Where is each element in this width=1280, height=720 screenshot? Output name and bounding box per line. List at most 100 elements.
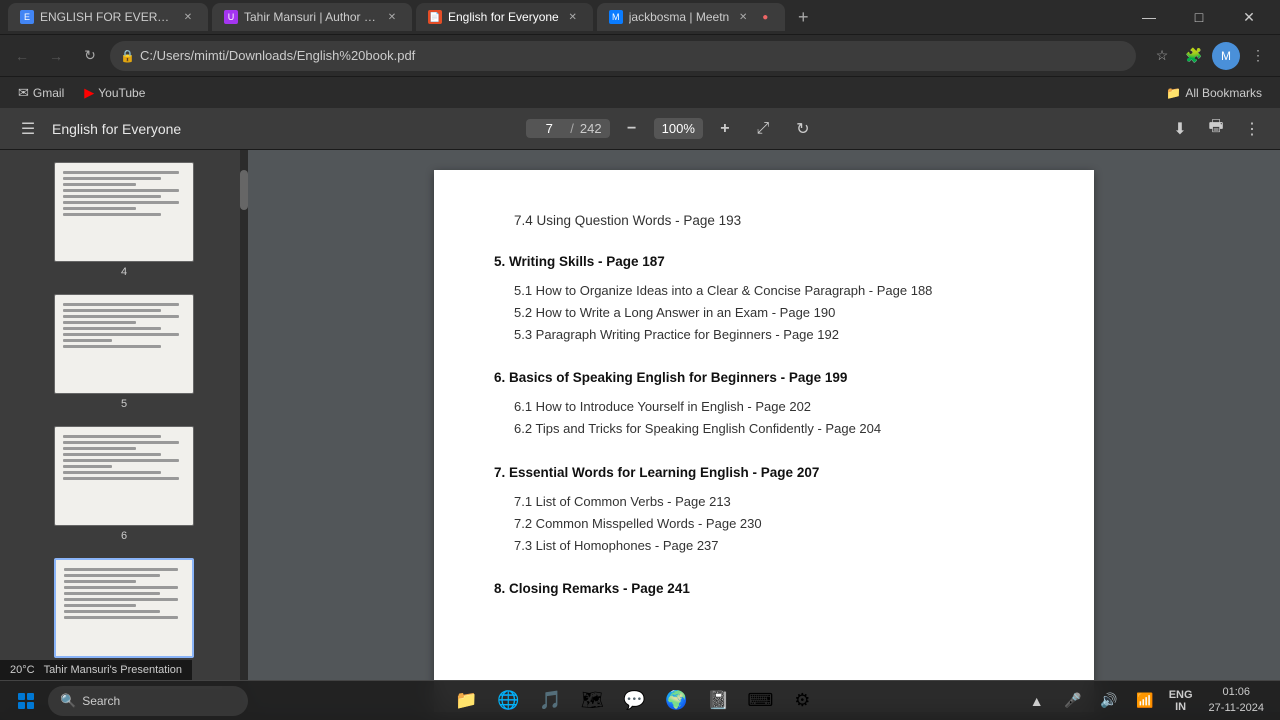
win-sq-1: [18, 693, 25, 700]
thumbnail-6[interactable]: 6: [50, 422, 198, 546]
tab-4-close[interactable]: ✕: [735, 9, 751, 25]
tab-4[interactable]: M jackbosma | Meetn ✕ ●: [597, 3, 786, 31]
taskbar-app-terminal[interactable]: ⌨: [740, 683, 780, 719]
tab-3-close[interactable]: ✕: [565, 9, 581, 25]
address-lock-icon: 🔒: [120, 49, 135, 63]
close-button[interactable]: ✕: [1226, 0, 1272, 34]
thumbnail-4-number: 4: [121, 266, 127, 278]
tab-1[interactable]: E ENGLISH FOR EVERYONE From... ✕: [8, 3, 208, 31]
taskbar-app-chrome[interactable]: 🌍: [656, 683, 696, 719]
partial-top-entry: 7.4 Using Question Words - Page 193: [494, 210, 1034, 232]
tab-3[interactable]: 📄 English for Everyone ✕: [416, 3, 593, 31]
thumbnail-sidebar[interactable]: 4 5: [0, 150, 248, 712]
address-bar: ← → ↻ 🔒 ☆ 🧩 M ⋮: [0, 34, 1280, 76]
thumb-line: [63, 201, 179, 204]
fit-page-button[interactable]: ⤢: [747, 113, 779, 145]
pdf-more-button[interactable]: ⋮: [1236, 113, 1268, 145]
forward-button[interactable]: →: [42, 42, 70, 70]
download-button[interactable]: ⬇: [1164, 113, 1196, 145]
pdf-page-area[interactable]: 7.4 Using Question Words - Page 193 5. W…: [248, 150, 1280, 712]
thumb-line: [64, 580, 136, 583]
taskbar-app-whatsapp[interactable]: 💬: [614, 683, 654, 719]
page-number-input[interactable]: [534, 121, 564, 136]
refresh-button[interactable]: ↻: [76, 42, 104, 70]
bookmark-youtube[interactable]: ▶ YouTube: [76, 81, 153, 105]
taskbar-network-icon[interactable]: 📶: [1129, 685, 1161, 717]
toc-sub-7-2: 7.2 Common Misspelled Words - Page 230: [514, 513, 1034, 535]
bookmarks-bar: ✉ Gmail ▶ YouTube 📁 All Bookmarks: [0, 76, 1280, 108]
thumb-line: [63, 333, 179, 336]
thumb-line: [64, 610, 160, 613]
window-controls: — □ ✕: [1126, 0, 1272, 34]
tab-1-close[interactable]: ✕: [180, 9, 196, 25]
all-bookmarks-button[interactable]: 📁 All Bookmarks: [1158, 82, 1270, 104]
back-button[interactable]: ←: [8, 42, 36, 70]
thumb-line: [63, 321, 136, 324]
taskbar-app-music[interactable]: 🎵: [530, 683, 570, 719]
title-bar: E ENGLISH FOR EVERYONE From... ✕ U Tahir…: [0, 0, 1280, 34]
youtube-icon: ▶: [84, 85, 94, 101]
windows-icon: [18, 693, 34, 709]
fit-icon: ⤢: [756, 120, 769, 138]
thumb-line: [63, 345, 161, 348]
microphone-icon: 🎤: [1064, 692, 1081, 709]
taskbar-volume-icon[interactable]: 🔊: [1093, 685, 1125, 717]
taskbar-app-maps[interactable]: 🗺: [572, 683, 612, 719]
language-indicator[interactable]: ENG IN: [1165, 689, 1197, 713]
taskbar-time[interactable]: 01:06 27-11-2024: [1201, 685, 1272, 716]
thumbnail-7-frame: [54, 558, 194, 658]
win-sq-4: [27, 702, 34, 709]
tab-1-favicon: E: [20, 10, 34, 24]
taskbar-apps: 📁 🌐 🎵 🗺 💬 🌍 📓 ⌨ ⚙: [252, 683, 1017, 719]
sidebar-toggle-button[interactable]: ☰: [12, 113, 44, 145]
thumbnail-5[interactable]: 5: [50, 290, 198, 414]
thumbnail-4[interactable]: 4: [50, 158, 198, 282]
address-input[interactable]: [110, 41, 1136, 71]
taskbar-right: ▲ 🎤 🔊 📶 ENG IN 01:06 27-11-2024: [1021, 685, 1272, 717]
more-icon: ⋮: [1244, 119, 1260, 139]
thumb-line: [63, 303, 179, 306]
download-icon: ⬇: [1173, 119, 1186, 139]
tab-4-indicator: ●: [757, 9, 773, 25]
tab-2-close[interactable]: ✕: [384, 9, 400, 25]
zoom-in-button[interactable]: +: [711, 115, 739, 143]
chrome-icon: 🌍: [665, 690, 687, 711]
sidebar-scrollbar[interactable]: [240, 150, 248, 712]
thumb-line: [63, 195, 161, 198]
bookmark-star-icon[interactable]: ☆: [1148, 42, 1176, 70]
new-tab-button[interactable]: +: [789, 3, 817, 31]
print-button[interactable]: 🖶: [1200, 113, 1232, 145]
taskbar-notifications-icon[interactable]: ▲: [1021, 685, 1053, 717]
thumb-line: [64, 598, 178, 601]
browser-menu-icon[interactable]: ⋮: [1244, 42, 1272, 70]
tab-2[interactable]: U Tahir Mansuri | Author | Udemy ✕: [212, 3, 412, 31]
maximize-button[interactable]: □: [1176, 0, 1222, 34]
tab-3-title: English for Everyone: [448, 10, 559, 24]
taskbar-app-onenote[interactable]: 📓: [698, 683, 738, 719]
pdf-toolbar-left: ☰ English for Everyone: [12, 113, 181, 145]
tab-4-favicon: M: [609, 10, 623, 24]
address-wrapper: 🔒: [110, 41, 1136, 71]
start-button[interactable]: [8, 683, 44, 719]
thumb-line: [63, 213, 161, 216]
rotate-button[interactable]: ↻: [787, 113, 819, 145]
taskbar-app-settings[interactable]: ⚙: [782, 683, 822, 719]
zoom-out-button[interactable]: −: [618, 115, 646, 143]
taskbar-mic-icon[interactable]: 🎤: [1057, 685, 1089, 717]
toc-sub-6-2: 6.2 Tips and Tricks for Speaking English…: [514, 418, 1034, 440]
edge-icon: 🌐: [497, 690, 519, 711]
up-arrow-icon: ▲: [1030, 693, 1044, 709]
taskbar-app-file-explorer[interactable]: 📁: [446, 683, 486, 719]
thumb-line: [63, 183, 136, 186]
extensions-icon[interactable]: 🧩: [1180, 42, 1208, 70]
thumb-line: [63, 177, 161, 180]
bookmark-gmail[interactable]: ✉ Gmail: [10, 81, 72, 105]
gmail-icon: ✉: [18, 85, 29, 101]
win-sq-3: [18, 702, 25, 709]
profile-button[interactable]: M: [1212, 42, 1240, 70]
minimize-button[interactable]: —: [1126, 0, 1172, 34]
settings-gear-icon: ⚙: [794, 690, 810, 711]
taskbar-search[interactable]: 🔍 Search: [48, 686, 248, 716]
taskbar-app-edge[interactable]: 🌐: [488, 683, 528, 719]
thumb-line: [64, 586, 178, 589]
